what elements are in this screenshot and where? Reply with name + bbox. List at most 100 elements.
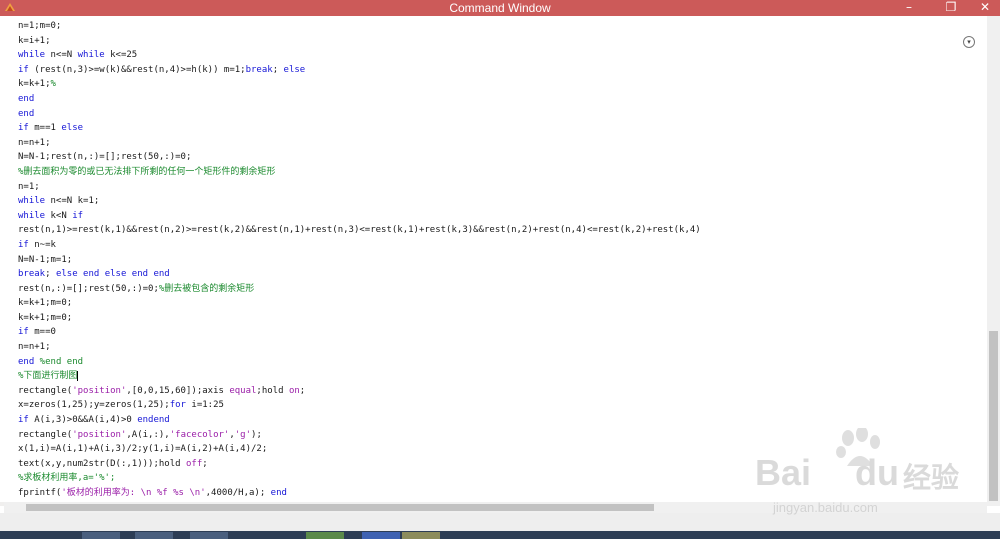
code-line[interactable]: n=n+1; <box>18 340 701 355</box>
code-line[interactable]: N=N-1;rest(n,:)=[];rest(50,:)=0; <box>18 150 701 165</box>
taskbar[interactable] <box>0 531 1000 539</box>
code-token: (rest(n,3)>=w(k)&&rest(n,4)>=h(k)) m=1; <box>28 64 246 75</box>
code-token: while <box>18 50 46 61</box>
code-token: n=n+1; <box>18 137 51 148</box>
code-line[interactable]: N=N-1;m=1; <box>18 253 701 268</box>
code-token: 'position' <box>72 429 127 440</box>
code-listing[interactable]: n=1;m=0; k=i+1; while n<=N while k<=25 if (… <box>18 19 701 501</box>
code-token: rest(n,1)>=rest(k,1)&&rest(n,2)>=rest(k,… <box>18 225 701 236</box>
code-token: 'g' <box>234 429 252 440</box>
code-token: else <box>283 64 306 75</box>
code-line[interactable]: k=i+1; <box>18 34 701 49</box>
code-line[interactable]: while k<N if <box>18 209 701 224</box>
vertical-scroll-thumb[interactable] <box>989 331 998 501</box>
code-token: ; <box>202 458 208 469</box>
code-token: %删去面积为零的或已无法排下所剩的任何一个矩形件的剩余矩形 <box>18 166 276 177</box>
code-line[interactable]: n=n+1; <box>18 136 701 151</box>
code-token: k<N <box>45 210 73 221</box>
code-token: equal <box>229 385 257 396</box>
vertical-scrollbar[interactable] <box>987 16 1000 506</box>
watermark-brand-right: du <box>855 452 899 493</box>
code-token: ,4000/H,a); <box>205 488 271 498</box>
code-token: m==0 <box>28 327 56 338</box>
code-line[interactable]: if m==1 else <box>18 121 701 136</box>
code-token: end <box>18 356 35 367</box>
code-token: n~=k <box>28 239 56 250</box>
code-line[interactable]: fprintf('板材的利用率为: \n %f %s \n',4000/H,a)… <box>18 486 701 501</box>
horizontal-scroll-thumb[interactable] <box>26 504 654 511</box>
code-line[interactable]: rectangle('position',[0,0,15,60]);axis e… <box>18 384 701 399</box>
code-token: %求板材利用率,a='%'; <box>18 473 116 484</box>
taskbar-item[interactable] <box>135 532 173 539</box>
code-token: ,[0,0,15,60]);axis <box>126 385 230 396</box>
code-line[interactable]: %求板材利用率,a='%'; <box>18 471 701 486</box>
watermark-brand-cn: 经验 <box>903 462 960 493</box>
restore-icon[interactable]: ❐ <box>938 0 964 16</box>
code-token: 'position' <box>72 385 127 396</box>
code-line[interactable]: x=zeros(1,25);y=zeros(1,25);for i=1:25 <box>18 398 701 413</box>
code-token: if <box>72 210 84 221</box>
code-line[interactable]: k=k+1;m=0; <box>18 311 701 326</box>
title-bar[interactable]: Command Window – ❐ ✕ <box>0 0 1000 16</box>
code-token: ; <box>45 269 56 280</box>
code-line[interactable]: end %end end <box>18 355 701 370</box>
code-line[interactable]: rest(n,:)=[];rest(50,:)=0;%删去被包含的剩余矩形 <box>18 282 701 297</box>
code-token: N=N-1;rest(n,:)=[];rest(50,:)=0; <box>18 152 192 163</box>
code-token: if <box>18 415 29 426</box>
code-token: fprintf( <box>18 488 62 498</box>
code-token: break <box>245 64 273 75</box>
code-token: %end end <box>34 356 84 367</box>
code-token: if <box>18 239 29 250</box>
code-token: end <box>18 93 35 104</box>
code-line[interactable]: if n~=k <box>18 238 701 253</box>
code-line[interactable]: k=k+1;% <box>18 77 701 92</box>
code-line[interactable]: while n<=N k=1; <box>18 194 701 209</box>
code-token: off <box>185 458 203 469</box>
text-cursor <box>77 370 79 381</box>
code-line[interactable]: end <box>18 92 701 107</box>
code-token: if <box>18 64 29 75</box>
code-token: rectangle( <box>18 429 73 440</box>
code-token: N=N-1;m=1; <box>18 254 73 265</box>
code-token: 'facecolor' <box>169 429 230 440</box>
code-token: else end else end end <box>55 269 170 280</box>
code-token: i=1:25 <box>185 400 224 411</box>
code-token: break <box>18 269 46 280</box>
collapse-icon[interactable]: ▾ <box>963 36 975 48</box>
code-line[interactable]: n=1; <box>18 180 701 195</box>
code-line[interactable]: end <box>18 107 701 122</box>
close-icon[interactable]: ✕ <box>972 0 998 16</box>
taskbar-item[interactable] <box>362 532 400 539</box>
code-line[interactable]: %删去面积为零的或已无法排下所剩的任何一个矩形件的剩余矩形 <box>18 165 701 180</box>
code-token: m==1 <box>28 123 62 134</box>
code-token: n=1; <box>18 181 40 192</box>
code-token: '板材的利用率为: \n %f %s \n' <box>61 488 206 498</box>
code-token: endend <box>137 415 170 426</box>
code-line[interactable]: if m==0 <box>18 325 701 340</box>
taskbar-item[interactable] <box>306 532 344 539</box>
code-line[interactable]: if (rest(n,3)>=w(k)&&rest(n,4)>=h(k)) m=… <box>18 63 701 78</box>
code-line[interactable]: k=k+1;m=0; <box>18 296 701 311</box>
minimize-icon[interactable]: – <box>896 0 922 16</box>
code-line[interactable]: while n<=N while k<=25 <box>18 48 701 63</box>
code-token: on <box>288 385 300 396</box>
window-title: Command Window <box>449 1 551 15</box>
code-line[interactable]: x(1,i)=A(i,1)+A(i,3)/2;y(1,i)=A(i,2)+A(i… <box>18 442 701 457</box>
taskbar-item[interactable] <box>190 532 228 539</box>
code-token: while <box>77 50 105 61</box>
code-line[interactable]: text(x,y,num2str(D(:,1)));hold off; <box>18 457 701 472</box>
taskbar-item[interactable] <box>82 532 120 539</box>
code-line[interactable]: break; else end else end end <box>18 267 701 282</box>
code-line[interactable]: rest(n,1)>=rest(k,1)&&rest(n,2)>=rest(k,… <box>18 223 701 238</box>
taskbar-item[interactable] <box>402 532 440 539</box>
code-line[interactable]: if A(i,3)>0&&A(i,4)>0 endend <box>18 413 701 428</box>
code-token: % <box>50 79 56 90</box>
code-line[interactable]: rectangle('position',A(i,:),'facecolor',… <box>18 428 701 443</box>
code-token: x=zeros(1,25);y=zeros(1,25); <box>18 400 170 411</box>
code-token: ; <box>299 385 306 396</box>
code-token: rectangle( <box>18 385 73 396</box>
code-line[interactable]: %下面进行制图 <box>18 369 701 384</box>
code-token: end <box>18 108 35 119</box>
code-token: text(x,y,num2str(D(:,1)));hold <box>18 458 186 469</box>
code-line[interactable]: n=1;m=0; <box>18 19 701 34</box>
